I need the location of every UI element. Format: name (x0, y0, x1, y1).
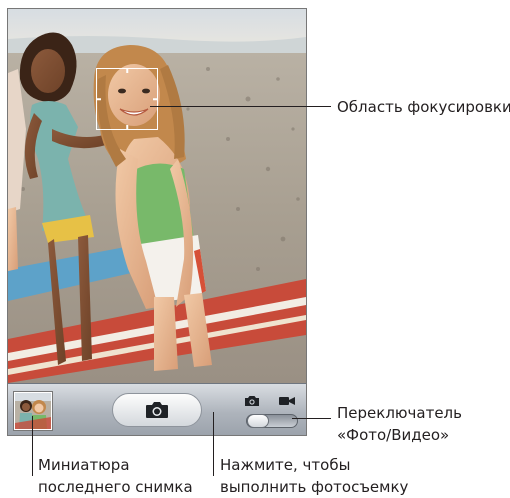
switch-knob[interactable] (247, 414, 269, 428)
thumbnail-image (15, 393, 51, 429)
mode-switch-label: Переключатель «Фото/Видео» (337, 402, 462, 446)
camera-icon (245, 396, 259, 406)
focus-tick-right (153, 98, 158, 100)
shutter-label-line1: Нажмите, чтобы (220, 456, 351, 474)
mode-switch-label-line2: «Фото/Видео» (337, 426, 450, 444)
last-photo-thumbnail[interactable] (14, 392, 52, 430)
viewfinder[interactable] (8, 9, 306, 383)
thumbnail-label-line1: Миниатюра (38, 456, 130, 474)
photo-video-switch[interactable] (246, 414, 298, 428)
shutter-label: Нажмите, чтобы выполнить фотосъемку (220, 454, 408, 498)
focus-tick-bottom (126, 125, 128, 130)
camera-icon (146, 402, 168, 418)
callout-line-switch (292, 418, 331, 419)
mode-switch-label-line1: Переключатель (337, 404, 462, 422)
shutter-label-line2: выполнить фотосъемку (220, 478, 409, 496)
camera-toolbar (8, 383, 306, 435)
camera-screen (7, 8, 307, 436)
shutter-button[interactable] (112, 393, 202, 427)
thumbnail-label: Миниатюра последнего снимка (38, 454, 193, 498)
focus-area-text: Область фокусировки (337, 98, 510, 116)
video-camera-icon (279, 397, 295, 405)
focus-area-label: Область фокусировки (337, 96, 510, 118)
thumbnail-label-line2: последнего снимка (38, 478, 193, 496)
callout-line-focus (150, 106, 331, 107)
focus-area-box[interactable] (96, 68, 158, 130)
callout-line-shutter (213, 412, 214, 476)
beach-photo (8, 9, 306, 383)
callout-line-thumbnail (32, 416, 33, 476)
